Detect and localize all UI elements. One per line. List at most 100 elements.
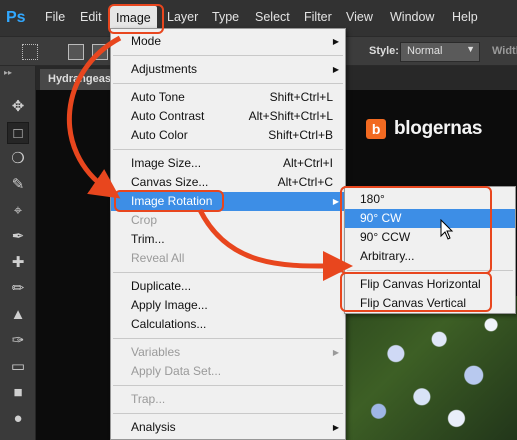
menu-view[interactable]: View (346, 10, 373, 24)
image-menu-item-image-rotation[interactable]: Image Rotation ▶ (111, 192, 345, 211)
image-menu-item-crop: Crop (111, 211, 345, 230)
menu-item-label: Variables (131, 345, 181, 359)
gradient-icon[interactable]: ■ (7, 382, 29, 404)
menu-separator (113, 385, 343, 386)
stamp-icon[interactable]: ▲ (7, 304, 29, 326)
rotation-menu-item-arbitrary[interactable]: Arbitrary... (345, 247, 515, 266)
image-menu-item-trim[interactable]: Trim... (111, 230, 345, 249)
submenu-arrow-icon: ▶ (332, 65, 339, 74)
brand-text: blogernas (394, 118, 483, 139)
menu-item-label: Reveal All (131, 251, 185, 265)
menu-item-label: Apply Image... (131, 298, 208, 312)
image-menu-item-apply-image[interactable]: Apply Image... (111, 296, 345, 315)
menu-edit[interactable]: Edit (80, 10, 102, 24)
blur-icon[interactable]: ● (7, 408, 29, 430)
menu-item-shortcut: Alt+Shift+Ctrl+L (248, 109, 333, 123)
image-menu-item-canvas-size[interactable]: Canvas Size... Alt+Ctrl+C (111, 173, 345, 192)
style-value: Normal (407, 45, 443, 57)
menu-item-label: Crop (131, 213, 158, 227)
healing-icon[interactable]: ✚ (7, 252, 29, 274)
image-menu-item-image-size[interactable]: Image Size... Alt+Ctrl+I (111, 154, 345, 173)
style-select[interactable]: Normal ▼ (400, 42, 480, 62)
menu-window[interactable]: Window (390, 10, 434, 24)
menu-item-label: Trim... (131, 232, 165, 246)
move-icon[interactable]: ✥ (7, 96, 29, 118)
mouse-cursor-icon (440, 219, 454, 240)
menu-separator (113, 83, 343, 84)
menu-item-label: Image Rotation (131, 194, 213, 208)
menu-file[interactable]: File (45, 10, 65, 24)
history-brush-icon[interactable]: ✑ (7, 330, 29, 352)
menu-item-label: Analysis (131, 420, 176, 434)
image-menu-item-variables: Variables ▶ (111, 343, 345, 362)
toolbox: ▸▸ ✥ □ ❍ ✎ ⌖ ✒ ✚ ✏ ▲ ✑ ▭ ■ ● (0, 66, 36, 440)
rotation-menu-item-flip-canvas-vertical[interactable]: Flip Canvas Vertical (345, 294, 515, 313)
rotation-menu-item-flip-canvas-horizontal[interactable]: Flip Canvas Horizontal (345, 275, 515, 294)
image-menu-item-auto-tone[interactable]: Auto Tone Shift+Ctrl+L (111, 88, 345, 107)
image-rotation-submenu: 180° 90° CW 90° CCW Arbitrary... Flip Canvas… (344, 186, 516, 314)
photoshop-logo: Ps (6, 9, 26, 26)
image-menu-item-duplicate[interactable]: Duplicate... (111, 277, 345, 296)
image-menu-item-auto-color[interactable]: Auto Color Shift+Ctrl+B (111, 126, 345, 145)
menu-layer[interactable]: Layer (167, 10, 198, 24)
image-menu-item-adjustments[interactable]: Adjustments ▶ (111, 60, 345, 79)
menu-item-label: Duplicate... (131, 279, 192, 293)
eraser-icon[interactable]: ▭ (7, 356, 29, 378)
eyedropper-icon[interactable]: ✒ (7, 226, 29, 248)
menu-item-label: Auto Contrast (131, 109, 205, 123)
image-menu-item-calculations[interactable]: Calculations... (111, 315, 345, 334)
image-menu-item-reveal-all: Reveal All (111, 249, 345, 268)
submenu-arrow-icon: ▶ (332, 197, 339, 206)
width-label: Width (492, 45, 517, 57)
add-selection-icon[interactable] (92, 44, 108, 60)
rotation-menu-item-90-ccw[interactable]: 90° CCW (345, 228, 515, 247)
menu-item-shortcut: Shift+Ctrl+B (268, 128, 333, 142)
style-label: Style: (369, 45, 399, 57)
menu-item-label: Mode (131, 34, 162, 48)
menu-type[interactable]: Type (212, 10, 239, 24)
rotation-menu-item-90-cw[interactable]: 90° CW (345, 209, 515, 228)
menu-filter[interactable]: Filter (304, 10, 332, 24)
menu-item-label: Image Size... (131, 156, 202, 170)
brush-icon[interactable]: ✏ (7, 278, 29, 300)
crop-icon[interactable]: ⌖ (7, 200, 29, 222)
chevron-down-icon: ▼ (466, 44, 475, 54)
document-tab[interactable]: Hydrangeas (40, 69, 120, 90)
menu-separator (113, 149, 343, 150)
lasso-icon[interactable]: ❍ (7, 148, 29, 170)
marquee-option-icon[interactable] (22, 44, 38, 60)
brand-logo-icon: b (366, 119, 386, 139)
menu-item-label: Auto Tone (131, 90, 185, 104)
menu-item-label: Flip Canvas Vertical (360, 296, 467, 310)
menu-item-shortcut: Alt+Ctrl+I (282, 156, 333, 170)
image-menu-item-analysis[interactable]: Analysis ▶ (111, 418, 345, 437)
menu-select[interactable]: Select (255, 10, 290, 24)
marquee-icon[interactable]: □ (7, 122, 29, 144)
menu-separator (113, 55, 343, 56)
submenu-arrow-icon: ▶ (332, 37, 339, 46)
menu-item-label: Calculations... (131, 317, 207, 331)
menu-separator (113, 272, 343, 273)
image-menu-item-apply-data-set: Apply Data Set... (111, 362, 345, 381)
submenu-arrow-icon: ▶ (332, 348, 339, 357)
menu-image[interactable]: Image (110, 6, 157, 30)
menu-item-shortcut: Alt+Ctrl+C (277, 175, 333, 189)
menu-item-label: Canvas Size... (131, 175, 209, 189)
image-menu-item-trap: Trap... (111, 390, 345, 409)
menu-item-label: Arbitrary... (360, 249, 415, 263)
menu-help[interactable]: Help (452, 10, 478, 24)
image-menu-item-auto-contrast[interactable]: Auto Contrast Alt+Shift+Ctrl+L (111, 107, 345, 126)
submenu-arrow-icon: ▶ (332, 423, 339, 432)
new-selection-icon[interactable] (68, 44, 84, 60)
rotation-menu-item-180[interactable]: 180° (345, 190, 515, 209)
collapse-icon[interactable]: ▸▸ (4, 68, 12, 77)
menu-separator (347, 270, 513, 271)
quick-select-icon[interactable]: ✎ (7, 174, 29, 196)
menu-item-label: Auto Color (131, 128, 188, 142)
menu-item-shortcut: Shift+Ctrl+L (269, 90, 333, 104)
menu-item-label: Trap... (131, 392, 166, 406)
image-menu-item-mode[interactable]: Mode ▶ (111, 32, 345, 51)
menu-item-label: 180° (360, 192, 385, 206)
menu-item-label: 90° CCW (360, 230, 411, 244)
menu-item-label: Apply Data Set... (131, 364, 222, 378)
